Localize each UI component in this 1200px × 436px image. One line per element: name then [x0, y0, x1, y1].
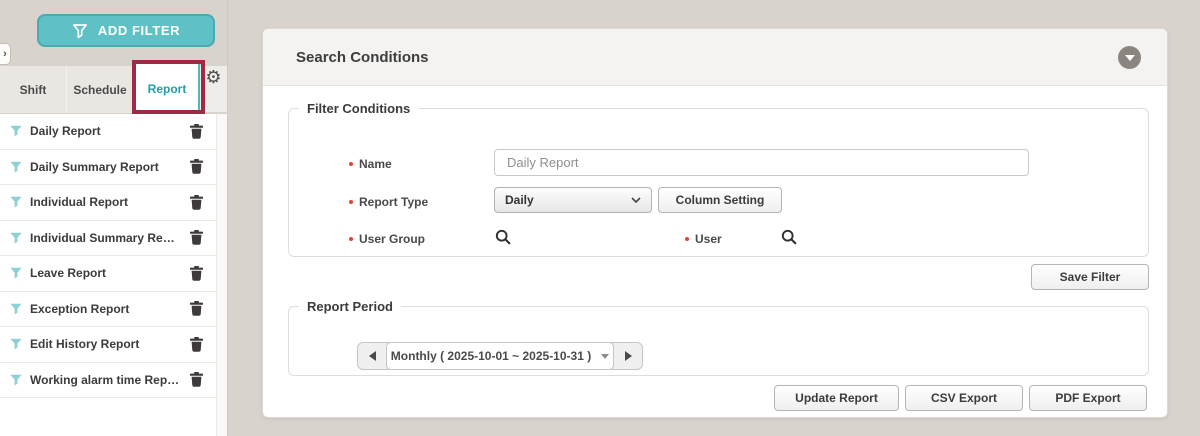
list-item-label: Daily Report	[30, 124, 182, 138]
trash-icon[interactable]	[190, 301, 203, 316]
list-item-edit-history-report[interactable]: Edit History Report	[0, 327, 217, 363]
name-input[interactable]	[494, 149, 1029, 176]
list-item-label: Working alarm time Rep…	[30, 373, 182, 387]
filter-icon	[10, 338, 22, 350]
list-item-leave-report[interactable]: Leave Report	[0, 256, 217, 292]
caret-down-icon	[601, 354, 609, 359]
filter-icon	[10, 267, 22, 279]
user-label: User	[685, 232, 722, 246]
tab-label: Report	[148, 82, 187, 96]
list-item-exception-report[interactable]: Exception Report	[0, 292, 217, 328]
arrow-left-icon	[369, 351, 376, 361]
search-icon	[495, 229, 511, 245]
next-period-button[interactable]	[614, 343, 642, 369]
save-filter-button[interactable]: Save Filter	[1031, 264, 1149, 290]
list-item-daily-report[interactable]: Daily Report	[0, 114, 217, 150]
required-dot	[685, 237, 689, 241]
required-dot	[349, 162, 353, 166]
list-item-working-alarm-time-report[interactable]: Working alarm time Rep…	[0, 363, 217, 399]
tab-schedule[interactable]: Schedule	[67, 66, 134, 113]
report-period-control: Monthly ( 2025-10-01 ~ 2025-10-31 )	[357, 342, 643, 370]
action-buttons: Update Report CSV Export PDF Export	[774, 385, 1147, 411]
list-item-daily-summary-report[interactable]: Daily Summary Report	[0, 150, 217, 186]
list-item-label: Exception Report	[30, 302, 182, 316]
trash-icon[interactable]	[190, 337, 203, 352]
chevron-right-icon: ›	[3, 48, 7, 60]
user-search-button[interactable]	[781, 229, 797, 245]
report-type-value: Daily	[505, 193, 534, 207]
pdf-export-button[interactable]: PDF Export	[1029, 385, 1147, 411]
period-dropdown[interactable]: Monthly ( 2025-10-01 ~ 2025-10-31 )	[386, 342, 614, 370]
column-setting-button[interactable]: Column Setting	[658, 187, 782, 213]
filter-icon	[10, 303, 22, 315]
trash-icon[interactable]	[190, 124, 203, 139]
tab-label: Schedule	[73, 83, 126, 97]
filter-conditions-legend: Filter Conditions	[299, 101, 418, 116]
filter-icon	[10, 374, 22, 386]
tab-shift[interactable]: Shift	[0, 66, 67, 113]
list-item-label: Daily Summary Report	[30, 160, 182, 174]
list-item-label: Individual Report	[30, 195, 182, 209]
panel-collapse-button[interactable]	[1118, 46, 1141, 69]
sidebar-tabs: Shift Schedule Report ⚙	[0, 66, 227, 113]
gear-icon[interactable]: ⚙	[205, 68, 221, 112]
tab-report[interactable]: Report	[134, 63, 200, 114]
trash-icon[interactable]	[190, 372, 203, 387]
add-filter-label: ADD FILTER	[98, 23, 180, 38]
list-item-label: Edit History Report	[30, 337, 182, 351]
search-conditions-panel: Search Conditions Filter Conditions Name…	[262, 28, 1168, 418]
search-icon	[781, 229, 797, 245]
chevron-down-icon	[1125, 55, 1135, 61]
report-type-label: Report Type	[349, 195, 428, 209]
name-label: Name	[349, 157, 392, 171]
user-group-label: User Group	[349, 232, 425, 246]
previous-period-button[interactable]	[358, 343, 386, 369]
filter-list: Daily Report Daily Summary Report Indivi…	[0, 114, 227, 436]
filter-icon	[10, 161, 22, 173]
filter-icon	[10, 232, 22, 244]
list-item-individual-summary-report[interactable]: Individual Summary Re…	[0, 221, 217, 257]
user-group-search-button[interactable]	[495, 229, 511, 245]
list-item-label: Leave Report	[30, 266, 182, 280]
funnel-icon	[72, 23, 88, 39]
list-item-individual-report[interactable]: Individual Report	[0, 185, 217, 221]
list-item-label: Individual Summary Re…	[30, 231, 182, 245]
tab-label: Shift	[20, 83, 47, 97]
sidebar-header: ADD FILTER ›	[0, 0, 227, 66]
trash-icon[interactable]	[190, 230, 203, 245]
update-report-button[interactable]: Update Report	[774, 385, 899, 411]
trash-icon[interactable]	[190, 159, 203, 174]
period-value: Monthly ( 2025-10-01 ~ 2025-10-31 )	[391, 349, 591, 363]
sidebar-scrollbar[interactable]	[216, 114, 227, 436]
trash-icon[interactable]	[190, 195, 203, 210]
filter-icon	[10, 196, 22, 208]
sidebar: ADD FILTER › Shift Schedule Report ⚙ Dai…	[0, 0, 228, 436]
csv-export-button[interactable]: CSV Export	[905, 385, 1023, 411]
arrow-right-icon	[625, 351, 632, 361]
report-type-select[interactable]: Daily	[494, 187, 652, 213]
required-dot	[349, 200, 353, 204]
page-title: Search Conditions	[296, 49, 1118, 66]
filter-conditions-fieldset: Filter Conditions Name Report Type Daily…	[288, 101, 1149, 257]
report-period-legend: Report Period	[299, 299, 401, 314]
panel-header: Search Conditions	[263, 29, 1167, 86]
trash-icon[interactable]	[190, 266, 203, 281]
add-filter-button[interactable]: ADD FILTER	[37, 14, 215, 47]
chevron-down-icon	[631, 197, 641, 203]
required-dot	[349, 237, 353, 241]
sidebar-collapse-handle[interactable]: ›	[0, 43, 11, 65]
filter-icon	[10, 125, 22, 137]
report-period-fieldset: Report Period Monthly ( 2025-10-01 ~ 202…	[288, 299, 1149, 376]
tabs-settings-zone: ⚙	[200, 66, 227, 112]
